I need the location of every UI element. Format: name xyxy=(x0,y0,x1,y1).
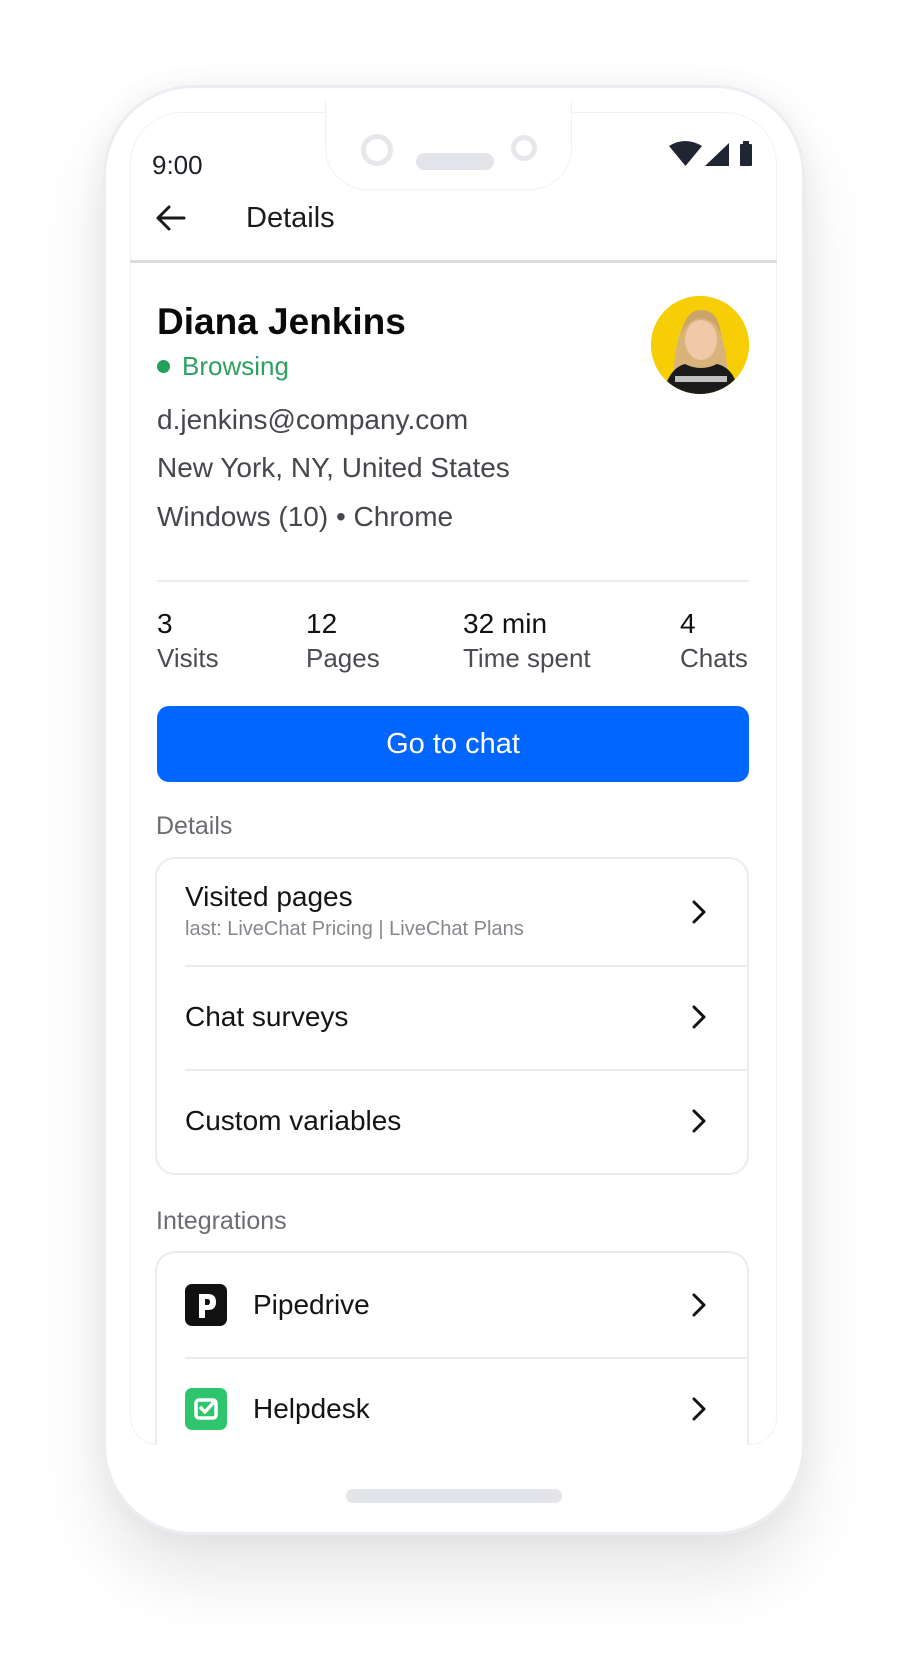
list-item-title: Visited pages xyxy=(185,881,353,912)
avatar xyxy=(651,296,749,394)
divider xyxy=(157,580,749,582)
app-header xyxy=(130,195,777,263)
list-item-chat-surveys[interactable]: Chat surveys xyxy=(157,965,747,1069)
front-camera xyxy=(361,134,393,166)
stat-visits: 3 Visits xyxy=(157,608,219,674)
stat-value: 12 xyxy=(306,608,338,639)
stat-time-spent: 32 min Time spent xyxy=(463,608,591,674)
stat-label: Chats xyxy=(680,643,748,673)
stat-pages: 12 Pages xyxy=(306,608,380,674)
list-item-title: Helpdesk xyxy=(253,1393,370,1424)
details-section-label: Details xyxy=(156,812,233,840)
list-item-helpdesk[interactable]: Helpdesk xyxy=(157,1357,747,1445)
list-item-subtitle: last: LiveChat Pricing | LiveChat Plans xyxy=(185,918,524,940)
list-item-title: Chat surveys xyxy=(185,1001,349,1032)
stat-label: Visits xyxy=(157,643,219,673)
integrations-section-label: Integrations xyxy=(156,1207,287,1235)
helpdesk-icon xyxy=(185,1388,227,1430)
stat-value: 32 min xyxy=(463,608,548,639)
list-item-title: Custom variables xyxy=(185,1105,402,1136)
chevron-right-icon xyxy=(692,1293,706,1317)
visitor-location: New York, NY, United States xyxy=(157,452,510,483)
back-button[interactable] xyxy=(150,198,190,238)
stat-label: Time spent xyxy=(463,643,591,673)
integrations-card: Pipedrive Helpdesk xyxy=(155,1251,749,1445)
pipedrive-icon xyxy=(185,1284,227,1326)
page-title: Details xyxy=(246,202,335,234)
status-icons xyxy=(668,140,758,168)
details-card: Visited pages last: LiveChat Pricing | L… xyxy=(155,857,749,1175)
cellular-signal-icon xyxy=(705,143,729,166)
list-item-pipedrive[interactable]: Pipedrive xyxy=(157,1253,747,1357)
visitor-name: Diana Jenkins xyxy=(157,301,406,342)
home-indicator[interactable] xyxy=(346,1489,562,1503)
earpiece-speaker xyxy=(416,153,494,170)
arrow-left-icon xyxy=(156,205,186,231)
chevron-right-icon xyxy=(692,1005,706,1029)
stat-chats: 4 Chats xyxy=(680,608,748,674)
battery-icon xyxy=(740,141,752,166)
chevron-right-icon xyxy=(692,1109,706,1133)
front-sensor xyxy=(511,135,537,161)
stat-value: 3 xyxy=(157,608,173,639)
list-item-title: Pipedrive xyxy=(253,1289,370,1320)
wifi-icon xyxy=(669,141,702,166)
visitor-email: d.jenkins@company.com xyxy=(157,404,469,435)
stat-label: Pages xyxy=(306,643,380,673)
status-label: Browsing xyxy=(182,351,289,381)
status-badge: Browsing xyxy=(157,351,289,381)
status-time: 9:00 xyxy=(152,150,203,180)
stat-value: 4 xyxy=(680,608,696,639)
status-dot-icon xyxy=(157,359,170,373)
visitor-system: Windows (10) • Chrome xyxy=(157,501,454,532)
chevron-right-icon xyxy=(692,900,706,924)
list-item-custom-variables[interactable]: Custom variables xyxy=(157,1069,747,1173)
list-item-visited-pages[interactable]: Visited pages last: LiveChat Pricing | L… xyxy=(157,859,747,965)
go-to-chat-button[interactable]: Go to chat xyxy=(157,706,749,782)
chevron-right-icon xyxy=(692,1397,706,1421)
